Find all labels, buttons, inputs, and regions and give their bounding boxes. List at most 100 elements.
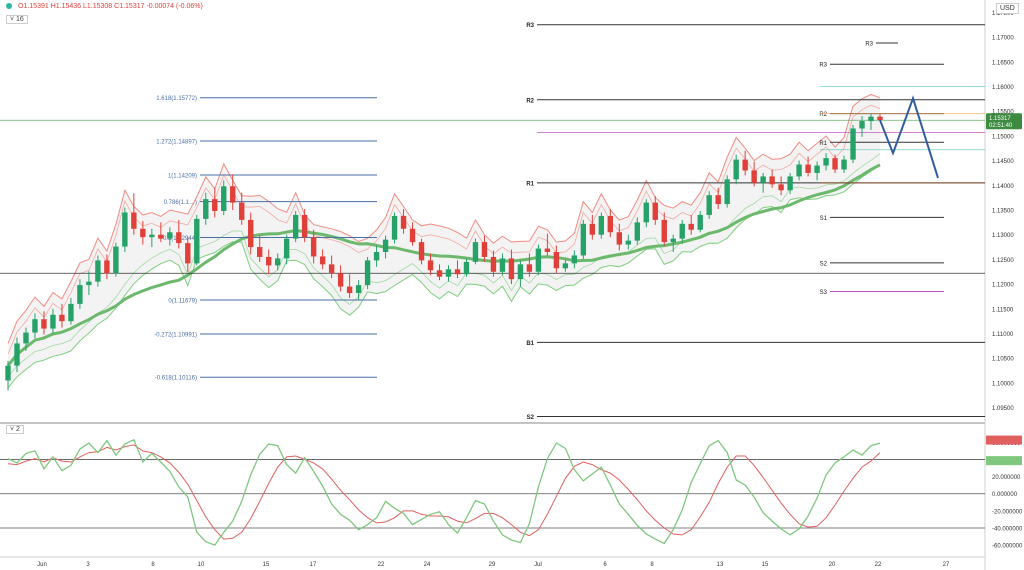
- candle-body: [5, 365, 11, 381]
- candle-body: [508, 258, 515, 280]
- candle-body: [346, 286, 353, 294]
- current-price-label: 1.15317: [989, 116, 1011, 122]
- candle-body: [391, 215, 398, 240]
- candle-body: [292, 214, 299, 239]
- weekly-pivot-label: S3: [820, 290, 828, 296]
- candle: [194, 214, 200, 266]
- time-tick-label: 17: [310, 562, 317, 568]
- candle-body: [176, 232, 182, 244]
- oscillator-tick-label: -60.000000: [992, 544, 1023, 550]
- candle-body: [661, 219, 667, 243]
- candle-body: [436, 270, 443, 277]
- candle-body: [481, 242, 488, 257]
- candle-body: [778, 184, 784, 191]
- price-tick-label: 1.12000: [992, 283, 1014, 289]
- candle-body: [544, 248, 551, 252]
- candle-body: [535, 248, 542, 272]
- candle-body: [23, 332, 29, 344]
- candle-body: [643, 202, 649, 223]
- candle-body: [113, 246, 119, 274]
- candle-body: [634, 222, 640, 241]
- candle: [706, 191, 712, 219]
- candle: [391, 212, 398, 244]
- candle: [580, 219, 587, 260]
- candle: [364, 256, 371, 290]
- candle-body: [787, 176, 793, 191]
- candle-body: [167, 232, 173, 239]
- candle: [724, 175, 730, 208]
- candle-body: [868, 116, 874, 122]
- candle-body: [670, 238, 676, 243]
- indicator-toggle-button[interactable]: ˅ 16: [6, 15, 28, 24]
- candle-body: [131, 212, 137, 229]
- candle-body: [616, 232, 622, 245]
- fib-label: 1(1.14209): [168, 173, 197, 179]
- monthly-pivot-label: B1: [526, 341, 534, 347]
- candle-body: [805, 164, 811, 173]
- candle-body: [319, 256, 326, 265]
- candle-body: [248, 219, 254, 248]
- candle-body: [841, 159, 847, 170]
- candle-body: [598, 215, 605, 235]
- time-tick-label: 10: [198, 562, 205, 568]
- oscillator-value-tag: [986, 456, 1022, 466]
- candle-body: [337, 273, 344, 287]
- candle-body: [553, 252, 560, 269]
- oscillator-tick-label: 0.000000: [992, 492, 1018, 498]
- oscillator-toggle-button[interactable]: ˅ 2: [6, 425, 24, 434]
- candle-body: [607, 215, 614, 233]
- candle-body: [140, 228, 146, 238]
- monthly-pivot-label: S2: [527, 415, 535, 421]
- candle-body: [77, 285, 83, 304]
- price-tick-label: 1.17000: [992, 36, 1014, 42]
- candle-body: [850, 128, 856, 160]
- price-tick-label: 1.16500: [992, 60, 1014, 66]
- candle-body: [310, 237, 317, 257]
- candle-body: [697, 214, 703, 230]
- candle-body: [41, 319, 47, 329]
- price-tick-label: 1.16000: [992, 85, 1014, 91]
- candle-body: [832, 158, 838, 170]
- oscillator-tick-label: -20.000000: [992, 509, 1023, 515]
- fib-label: -0.618(1.10116): [155, 376, 197, 382]
- candle-body: [382, 239, 389, 252]
- candle-body: [463, 261, 470, 275]
- candle: [113, 242, 119, 277]
- candle-body: [32, 319, 38, 333]
- candle-body: [742, 159, 748, 171]
- candle-body: [400, 215, 407, 229]
- candle-body: [580, 223, 587, 256]
- price-tick-label: 1.14000: [992, 184, 1014, 190]
- candle-body: [688, 223, 694, 230]
- candle-body: [823, 158, 829, 166]
- currency-label[interactable]: USD: [996, 3, 1019, 14]
- time-tick-label: 29: [489, 562, 496, 568]
- candle-body: [230, 186, 236, 203]
- candle-body: [733, 159, 739, 180]
- candle-body: [679, 223, 685, 239]
- chart-canvas[interactable]: 1.618(1.15772) 1.272(1.14897) 1(1.14209) 0.…: [0, 0, 1024, 570]
- candle-body: [59, 314, 65, 322]
- fib-label: 0(1.11679): [168, 298, 197, 304]
- candle-body: [364, 260, 371, 286]
- candle-body: [328, 264, 335, 274]
- candle: [472, 238, 479, 265]
- candle-body: [274, 258, 281, 266]
- time-tick-label: 13: [717, 562, 724, 568]
- monthly-pivot-label: R1: [526, 181, 534, 187]
- candle-body: [86, 281, 92, 286]
- ohlc-values: O1.15391 H1.15436 L1.15308 C1.15317 -0.0…: [18, 3, 203, 10]
- oscillator-value-tag: [986, 435, 1022, 445]
- time-tick-label: 15: [762, 562, 769, 568]
- candle-body: [203, 199, 209, 219]
- time-tick-label: 24: [424, 562, 431, 568]
- candle-body: [814, 165, 820, 173]
- time-tick-label: 20: [829, 562, 836, 568]
- candle: [850, 125, 856, 164]
- candle-body: [14, 343, 20, 366]
- candle-body: [499, 258, 506, 272]
- candle-body: [104, 260, 110, 274]
- candle-body: [751, 170, 757, 183]
- candle: [535, 244, 542, 276]
- price-tick-label: 1.11500: [992, 307, 1014, 313]
